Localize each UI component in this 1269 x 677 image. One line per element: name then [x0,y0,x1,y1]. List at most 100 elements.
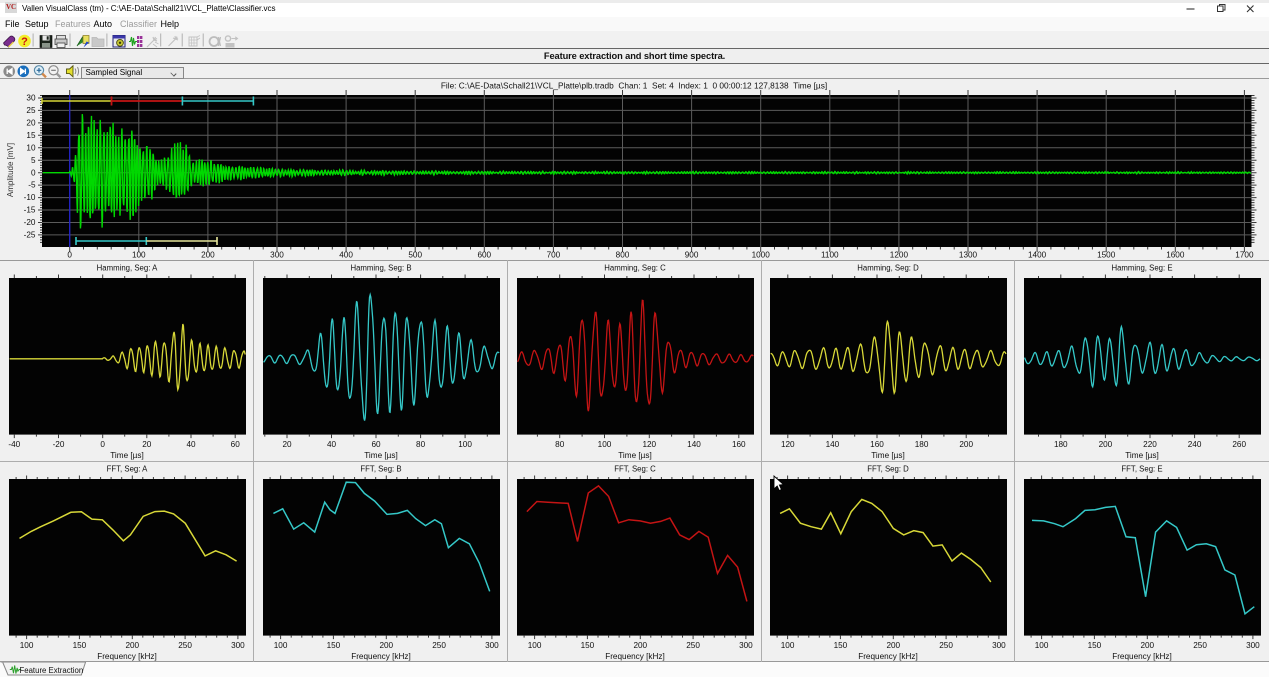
svg-text:1500: 1500 [1097,251,1116,260]
svg-text:250: 250 [432,641,446,650]
svg-text:Time [µs]: Time [µs] [872,451,906,460]
svg-text:250: 250 [686,641,700,650]
svg-text:60: 60 [231,440,241,449]
svg-text:200: 200 [125,641,139,650]
svg-text:200: 200 [379,641,393,650]
svg-text:200: 200 [633,641,647,650]
svg-text:20: 20 [142,440,152,449]
svg-text:300: 300 [739,641,753,650]
svg-text:5: 5 [31,156,36,165]
svg-text:Time [µs]: Time [µs] [364,451,398,460]
svg-text:800: 800 [616,251,630,260]
svg-text:160: 160 [732,440,746,449]
svg-text:220: 220 [1143,440,1157,449]
svg-text:180: 180 [915,440,929,449]
svg-text:300: 300 [1246,641,1260,650]
svg-text:Frequency [kHz]: Frequency [kHz] [351,652,411,661]
svg-text:0: 0 [31,168,36,177]
svg-text:0: 0 [67,251,72,260]
svg-text:250: 250 [178,641,192,650]
svg-text:150: 150 [834,641,848,650]
svg-text:Frequency [kHz]: Frequency [kHz] [859,652,919,661]
svg-text:?: ? [21,36,28,48]
svg-text:0: 0 [100,440,105,449]
svg-text:260: 260 [1233,440,1247,449]
svg-text:1200: 1200 [890,251,909,260]
svg-text:100: 100 [20,641,34,650]
svg-text:100: 100 [132,251,146,260]
svg-text:140: 140 [687,440,701,449]
svg-text:200: 200 [1099,440,1113,449]
svg-text:150: 150 [580,641,594,650]
svg-text:Time [µs]: Time [µs] [110,451,144,460]
svg-text:300: 300 [270,251,284,260]
svg-text:-15: -15 [24,206,36,215]
svg-text:10: 10 [26,143,36,152]
svg-text:1400: 1400 [1028,251,1047,260]
svg-text:FFT, Seg: B: FFT, Seg: B [360,464,401,473]
svg-text:60: 60 [371,440,381,449]
svg-text:Hamming, Seg: B: Hamming, Seg: B [350,264,411,273]
svg-text:80: 80 [555,440,565,449]
svg-text:Frequency [kHz]: Frequency [kHz] [97,652,157,661]
svg-text:25: 25 [26,106,36,115]
svg-text:File: C:\AE-Data\Schall21\VCL_: File: C:\AE-Data\Schall21\VCL_Platte\plb… [441,81,827,91]
svg-text:Time [µs]: Time [µs] [1125,451,1159,460]
svg-text:1100: 1100 [821,251,839,260]
svg-text:100: 100 [781,641,795,650]
svg-text:100: 100 [1035,641,1049,650]
svg-text:40: 40 [186,440,196,449]
svg-text:200: 200 [1141,641,1155,650]
svg-text:250: 250 [940,641,954,650]
svg-text:Hamming, Seg: D: Hamming, Seg: D [858,264,920,273]
svg-text:Amplitude [mV]: Amplitude [mV] [6,143,15,197]
svg-text:FFT, Seg: A: FFT, Seg: A [107,464,149,473]
svg-text:Hamming, Seg: A: Hamming, Seg: A [97,264,158,273]
svg-text:1600: 1600 [1166,251,1185,260]
svg-text:Hamming, Seg: C: Hamming, Seg: C [604,264,666,273]
svg-text:120: 120 [781,440,795,449]
svg-text:400: 400 [339,251,353,260]
svg-text:-5: -5 [28,181,36,190]
svg-text:150: 150 [1088,641,1102,650]
svg-text:240: 240 [1188,440,1202,449]
svg-text:80: 80 [416,440,426,449]
svg-text:FFT, Seg: E: FFT, Seg: E [1122,464,1163,473]
svg-text:180: 180 [1054,440,1068,449]
svg-text:150: 150 [326,641,340,650]
svg-text:300: 300 [992,641,1006,650]
svg-text:250: 250 [1193,641,1207,650]
svg-text:150: 150 [73,641,87,650]
svg-text:-25: -25 [24,231,36,240]
svg-text:1700: 1700 [1235,251,1254,260]
svg-text:1000: 1000 [752,251,771,260]
svg-text:-40: -40 [8,440,20,449]
svg-text:300: 300 [231,641,245,650]
svg-text:-10: -10 [24,193,36,202]
svg-text:Time [µs]: Time [µs] [618,451,652,460]
svg-text:Hamming, Seg: E: Hamming, Seg: E [1112,264,1173,273]
svg-text:-20: -20 [53,440,65,449]
svg-text:FFT, Seg: D: FFT, Seg: D [868,464,910,473]
svg-text:200: 200 [201,251,215,260]
svg-text:300: 300 [485,641,499,650]
svg-text:Frequency [kHz]: Frequency [kHz] [1112,652,1172,661]
svg-text:200: 200 [887,641,901,650]
svg-text:100: 100 [458,440,472,449]
svg-text:500: 500 [408,251,422,260]
svg-text:1300: 1300 [959,251,978,260]
svg-text:20: 20 [282,440,292,449]
svg-text:15: 15 [26,131,36,140]
svg-text:700: 700 [547,251,561,260]
svg-text:-20: -20 [24,218,36,227]
svg-text:FFT, Seg: C: FFT, Seg: C [614,464,656,473]
svg-text:120: 120 [642,440,656,449]
svg-text:20: 20 [26,119,36,128]
svg-text:100: 100 [597,440,611,449]
svg-text:Frequency [kHz]: Frequency [kHz] [605,652,665,661]
svg-text:40: 40 [327,440,337,449]
svg-text:30: 30 [26,94,36,103]
svg-text:100: 100 [527,641,541,650]
svg-text:160: 160 [871,440,885,449]
svg-text:200: 200 [960,440,974,449]
